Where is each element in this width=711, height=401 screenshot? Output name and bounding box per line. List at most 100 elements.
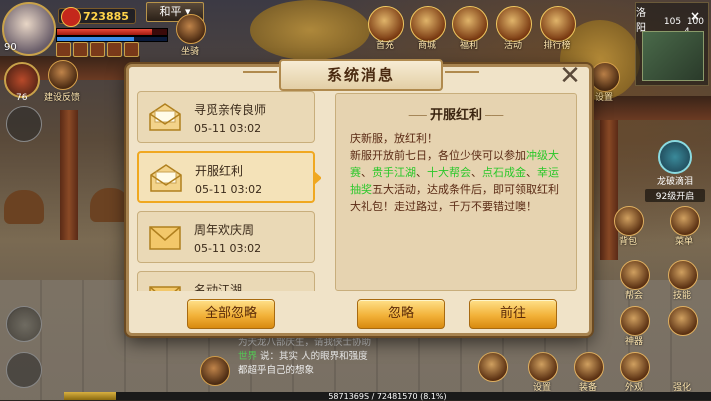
power-badge-icon [61, 7, 81, 27]
content-outro: 五大活动，达成条件后，即可领取红利大礼包！走过路过，千万不要错过噢！ [350, 183, 559, 213]
ignore-all-button[interactable]: 全部忽略 [187, 299, 275, 329]
skill-label: 技能 [672, 291, 691, 301]
message-title: 周年欢庆周 [194, 223, 255, 237]
combat-power-value: 723885 [83, 10, 129, 23]
minimap-view[interactable] [642, 31, 704, 81]
skill-icon[interactable] [668, 260, 698, 290]
welfare-label: 福利 [459, 41, 478, 51]
equipment-icon[interactable] [574, 352, 604, 382]
settings-icon[interactable] [528, 352, 558, 382]
close-icon[interactable]: ✕ [555, 61, 585, 91]
first-recharge-icon[interactable] [368, 6, 404, 42]
buff-row [56, 42, 139, 57]
map-name: 洛阳 [636, 8, 646, 34]
event-entry[interactable]: 龙破滴泪 92级开启 [645, 140, 705, 202]
pillar [60, 110, 78, 240]
guild-label: 帮会 [624, 291, 643, 301]
friends-icon[interactable] [200, 356, 230, 386]
event-link[interactable]: 十大帮会 [427, 166, 471, 179]
content-intro: 新服开放前七日，各位少侠可以参加 [350, 149, 526, 162]
dialog-title: 系统消息 [326, 66, 395, 84]
system-message-dialog: 系统消息 ✕ 寻觅亲传良师 05-11 03:02 开服红利 05-11 03:… [126, 59, 592, 336]
chat-message: 说：其实 人的眼界和强度 [260, 351, 368, 362]
message-time: 05-11 03:02 [195, 183, 263, 196]
content-body: 庆新服，放红利！ 新服开放前七日，各位少侠可以参加冲级大赛、贵手江湖、十大帮会、… [350, 130, 564, 215]
content-title: 开服红利 [336, 104, 576, 123]
feedback-icon[interactable] [48, 60, 78, 90]
buff-icon[interactable] [107, 42, 122, 57]
display-all-icon[interactable] [590, 62, 620, 92]
horse [90, 188, 130, 222]
combat-power: 723885 [58, 7, 136, 27]
message-title: 名动江湖 [194, 283, 243, 291]
world-channel-tag: 世界 [238, 351, 258, 362]
event-level: 92级开启 [645, 189, 705, 202]
horse [4, 190, 44, 224]
envelope-closed-icon [149, 226, 181, 250]
menu-icon[interactable] [670, 206, 700, 236]
appearance-icon[interactable] [620, 352, 650, 382]
interact-button[interactable] [6, 306, 42, 342]
guild-icon[interactable] [620, 260, 650, 290]
message-list[interactable]: 寻觅亲传良师 05-11 03:02 开服红利 05-11 03:02 周年欢庆… [137, 91, 321, 291]
first-recharge-label: 首充 [375, 41, 394, 51]
player-level: 90 [4, 42, 17, 53]
mount-label: 坐骑 [180, 47, 199, 57]
separator: 、 [526, 166, 537, 179]
message-item[interactable]: 寻觅亲传良师 05-11 03:02 [137, 91, 315, 143]
pet-level: 76 [16, 93, 28, 103]
chat-line: 都超乎自己的想象 [238, 365, 315, 376]
content-paragraph: 新服开放前七日，各位少侠可以参加冲级大赛、贵手江湖、十大帮会、点石成金、幸运抽奖… [350, 147, 564, 215]
event-link[interactable]: 点石成金 [482, 166, 526, 179]
event-link[interactable]: 贵手江湖 [372, 166, 416, 179]
message-item[interactable]: 名动江湖 [137, 271, 315, 291]
buff-icon[interactable] [73, 42, 88, 57]
activity-icon[interactable] [496, 6, 532, 42]
mall-label: 商城 [417, 41, 436, 51]
envelope-closed-icon [149, 286, 181, 291]
activity-label: 活动 [503, 41, 522, 51]
bag-icon[interactable] [614, 206, 644, 236]
artifact-label: 神器 [624, 337, 643, 347]
enhance-icon[interactable] [668, 306, 698, 336]
buff-icon[interactable] [90, 42, 105, 57]
chat-line: 世界 说：其实 人的眼界和强度 [238, 350, 458, 364]
menu-label: 菜单 [674, 237, 693, 247]
buff-icon[interactable] [56, 42, 71, 57]
ranking-label: 排行榜 [543, 41, 571, 51]
ignore-button[interactable]: 忽略 [357, 299, 445, 329]
go-button[interactable]: 前往 [469, 299, 557, 329]
mount-icon[interactable] [176, 14, 206, 44]
message-item-selected[interactable]: 开服红利 05-11 03:02 [137, 151, 321, 203]
message-content-panel: 开服红利 庆新服，放红利！ 新服开放前七日，各位少侠可以参加冲级大赛、贵手江湖、… [335, 93, 577, 291]
hp-bar [56, 28, 168, 36]
message-time: 05-11 03:02 [194, 122, 262, 135]
artifact-icon[interactable] [620, 306, 650, 336]
separator: 、 [361, 166, 372, 179]
event-title: 龙破滴泪 [656, 177, 693, 187]
xp-bar: 5871369S / 72481570 (8.1%) [64, 392, 711, 401]
event-icon [658, 140, 692, 174]
quest-toggle-button[interactable] [6, 106, 42, 142]
tree [250, 0, 370, 60]
message-title: 开服红利 [195, 164, 244, 178]
pk-mode-label: 和平 [159, 5, 182, 18]
buff-icon[interactable] [124, 42, 139, 57]
welfare-icon[interactable] [452, 6, 488, 42]
content-greeting: 庆新服，放红利！ [350, 132, 438, 145]
envelope-open-icon [150, 164, 182, 192]
ranking-icon[interactable] [540, 6, 576, 42]
bag-label: 背包 [618, 237, 637, 247]
separator: 、 [471, 166, 482, 179]
message-title: 寻觅亲传良师 [194, 103, 267, 117]
target-icon[interactable] [478, 352, 508, 382]
message-time: 05-11 03:02 [194, 242, 262, 255]
chat-panel[interactable]: 为天龙八部庆生，请我侠士协助 世界 说：其实 人的眼界和强度 都超乎自己的想象 [238, 336, 458, 378]
video-record-button[interactable] [6, 352, 42, 388]
feedback-label: 建设反馈 [43, 93, 80, 103]
chat-line: 为天龙八部庆生，请我侠士协助 [238, 337, 372, 348]
minimap[interactable]: 洛阳 × 105 100 4 [635, 2, 709, 86]
mall-icon[interactable] [410, 6, 446, 42]
message-item[interactable]: 周年欢庆周 05-11 03:02 [137, 211, 315, 263]
separator: 、 [416, 166, 427, 179]
